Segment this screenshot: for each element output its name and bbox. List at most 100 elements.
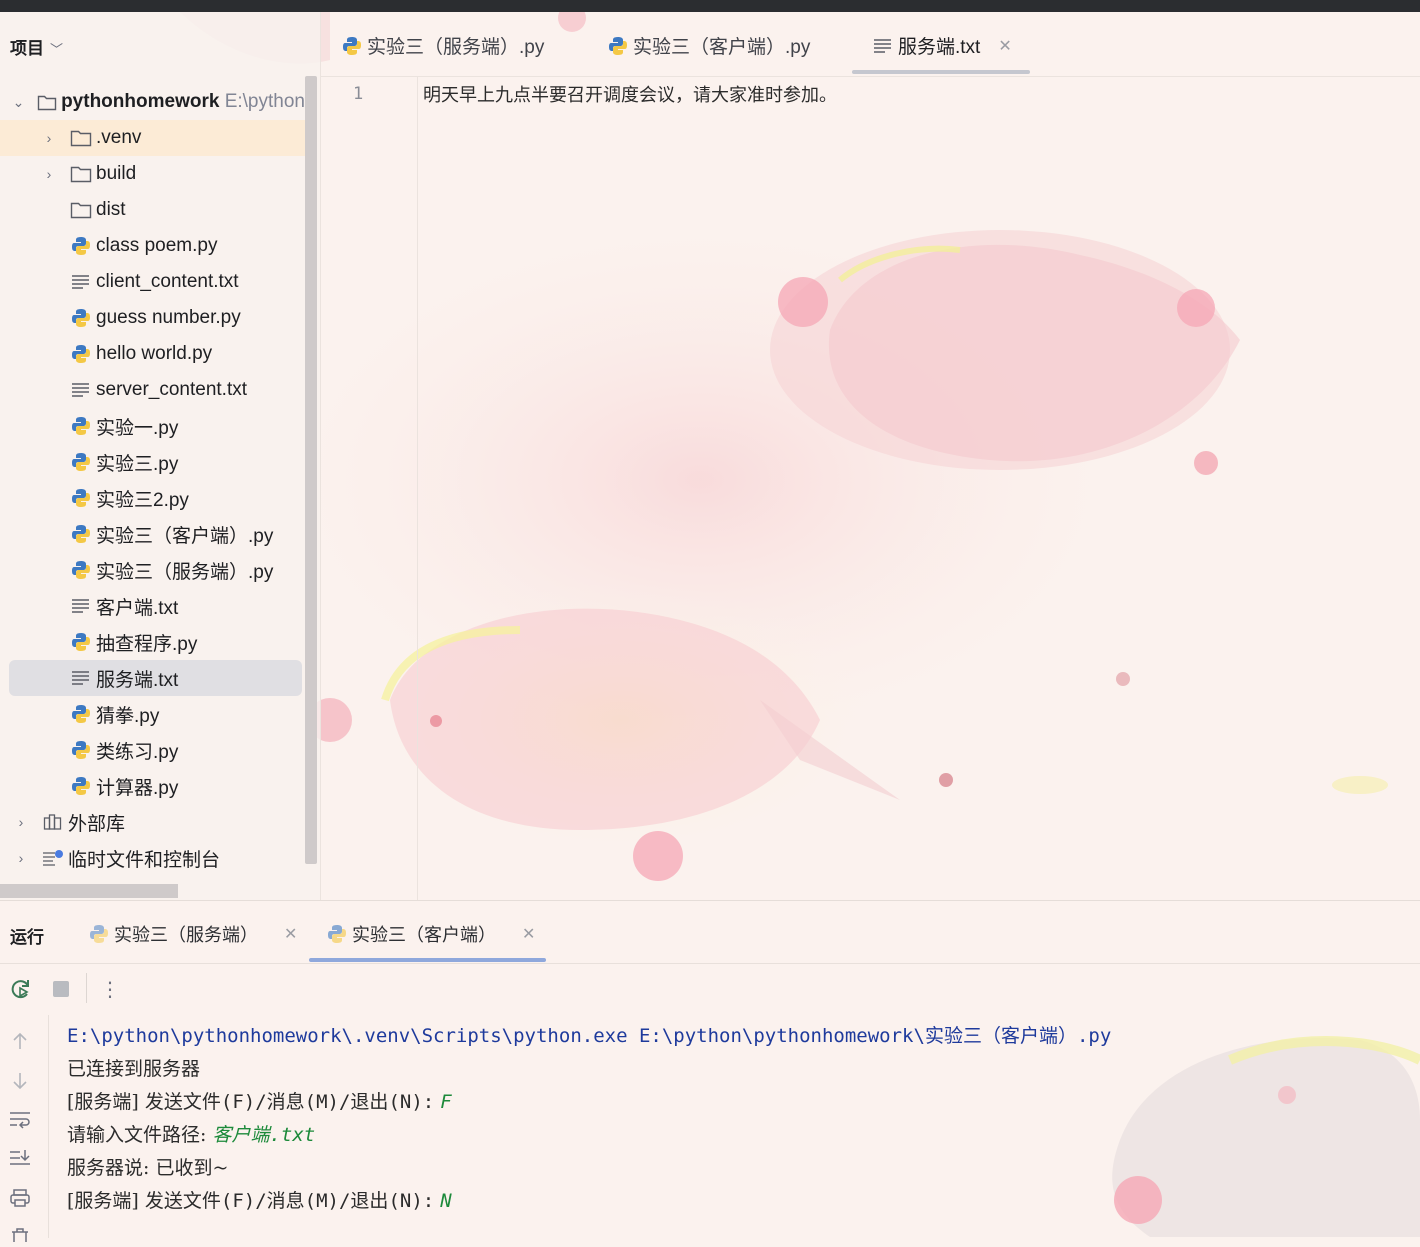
print-icon[interactable] xyxy=(8,1186,32,1210)
run-tab-label: 实验三（客户端） xyxy=(352,925,496,945)
chevron-down-icon[interactable]: ⌄ xyxy=(12,94,25,111)
project-panel-header[interactable]: 项目 ﹀ xyxy=(10,34,63,59)
tree-item-label: hello world.py xyxy=(96,343,213,364)
python-icon xyxy=(70,415,92,437)
tree-item-label: dist xyxy=(96,199,126,220)
active-tab-indicator xyxy=(852,70,1030,74)
rerun-icon[interactable] xyxy=(9,977,33,1001)
console-text: (F)/ xyxy=(220,1190,267,1212)
console-text: (M)/ xyxy=(304,1190,351,1212)
editor-tab-server-py[interactable]: 实验三（服务端）.py xyxy=(341,32,544,59)
chevron-down-icon[interactable]: ﹀ xyxy=(50,42,63,57)
console-text: (N): xyxy=(388,1091,435,1113)
console-user-input: N xyxy=(440,1190,452,1212)
divider xyxy=(0,963,1420,964)
tab-label: 服务端.txt xyxy=(898,37,981,58)
window-title-bar xyxy=(0,0,1420,12)
tree-item[interactable]: 猜拳.py xyxy=(0,696,305,732)
console-text: (M)/ xyxy=(304,1091,351,1113)
console-text: [服务端] 发送文件 xyxy=(67,1190,221,1212)
arrow-down-icon[interactable] xyxy=(8,1069,32,1093)
tree-scratches[interactable]: › 临时文件和控制台 xyxy=(0,840,305,876)
tree-item-label: build xyxy=(96,163,137,184)
tree-item[interactable]: 实验三（客户端）.py xyxy=(0,516,305,552)
tree-item[interactable]: dist xyxy=(0,192,305,228)
text-file-icon xyxy=(872,35,894,57)
tree-item[interactable]: 实验一.py xyxy=(0,408,305,444)
close-icon[interactable]: ✕ xyxy=(284,924,297,944)
tree-item[interactable]: 服务端.txt xyxy=(9,660,302,696)
console-line-server-reply: 服务器说: 已收到~ xyxy=(67,1157,229,1179)
tree-item[interactable]: client_content.txt xyxy=(0,264,305,300)
console-command-path: E:\python\pythonhomework\.venv\Scripts\p… xyxy=(67,1025,925,1047)
chevron-right-icon[interactable]: › xyxy=(42,130,56,146)
console-text: 消息 xyxy=(266,1190,305,1212)
console-line-prompt-2: [服务端] 发送文件(F)/消息(M)/退出(N): N xyxy=(67,1186,452,1213)
close-icon[interactable]: ✕ xyxy=(998,36,1011,56)
more-options-icon[interactable]: ⋮ xyxy=(98,977,122,1001)
trash-icon[interactable] xyxy=(8,1223,32,1247)
console-text: 退出 xyxy=(350,1091,389,1113)
tree-item[interactable]: 实验三.py xyxy=(0,444,305,480)
tree-item[interactable]: › .venv xyxy=(0,120,305,156)
python-icon xyxy=(70,343,92,365)
project-tree-items: › .venv › build dist class poem.py client_cont… xyxy=(0,120,305,820)
tree-item[interactable]: 计算器.py xyxy=(0,768,305,804)
run-panel: 运行 实验三（服务端） ✕ 实验三（客户端） ✕ ⋮ E:\python\pyt… xyxy=(0,900,1420,1242)
scratches-icon xyxy=(42,847,64,869)
tree-item[interactable]: server_content.txt xyxy=(0,372,305,408)
tree-item[interactable]: 抽查程序.py xyxy=(0,624,305,660)
tree-item[interactable]: hello world.py xyxy=(0,336,305,372)
text-file-icon xyxy=(70,667,92,689)
project-horizontal-scrollbar[interactable] xyxy=(0,884,178,898)
chevron-right-icon[interactable]: › xyxy=(42,166,56,182)
project-panel-title: 项目 xyxy=(10,39,44,58)
python-icon xyxy=(70,559,92,581)
tab-label: 实验三（服务端）.py xyxy=(367,37,545,58)
chevron-right-icon[interactable]: › xyxy=(14,850,28,866)
tree-item[interactable]: 实验三2.py xyxy=(0,480,305,516)
console-line-connected: 已连接到服务器 xyxy=(67,1058,201,1080)
arrow-up-icon[interactable] xyxy=(8,1029,32,1053)
tree-item-label: server_content.txt xyxy=(96,379,248,400)
editor-tab-client-py[interactable]: 实验三（客户端）.py xyxy=(607,32,810,59)
soft-wrap-icon[interactable] xyxy=(8,1108,32,1132)
python-icon xyxy=(607,35,629,57)
python-icon xyxy=(70,775,92,797)
editor-tab-server-txt[interactable]: 服务端.txt ✕ xyxy=(872,32,1012,59)
active-run-tab-indicator xyxy=(309,958,546,962)
python-icon xyxy=(88,923,110,945)
tree-item-label: client_content.txt xyxy=(96,271,239,292)
library-icon xyxy=(42,811,64,833)
chevron-right-icon[interactable]: › xyxy=(14,814,28,830)
tree-item-label: 抽查程序.py xyxy=(96,633,198,655)
text-file-icon xyxy=(70,595,92,617)
tree-item[interactable]: class poem.py xyxy=(0,228,305,264)
line-number: 1 xyxy=(353,84,364,104)
tree-item[interactable]: 类练习.py xyxy=(0,732,305,768)
run-tab-label: 实验三（服务端） xyxy=(114,925,258,945)
tree-item[interactable]: › build xyxy=(0,156,305,192)
console-command-ext: .py xyxy=(1076,1025,1112,1047)
python-icon xyxy=(70,703,92,725)
folder-icon xyxy=(70,163,92,185)
tree-item[interactable]: 客户端.txt xyxy=(0,588,305,624)
python-icon xyxy=(326,923,348,945)
console-command-file: 实验三（客户端） xyxy=(924,1025,1077,1047)
tree-item[interactable]: guess number.py xyxy=(0,300,305,336)
project-vertical-scrollbar[interactable] xyxy=(305,76,317,864)
console-text: (F)/ xyxy=(220,1091,267,1113)
project-root-name: pythonhomework xyxy=(61,91,220,112)
stop-icon[interactable] xyxy=(49,977,73,1001)
tree-item-label: 实验三.py xyxy=(96,453,179,475)
scratches-label: 临时文件和控制台 xyxy=(68,849,221,871)
close-icon[interactable]: ✕ xyxy=(522,924,535,944)
tree-external-libraries[interactable]: › 外部库 xyxy=(0,804,305,840)
tree-item-label: guess number.py xyxy=(96,307,241,328)
editor-line-text[interactable]: 明天早上九点半要召开调度会议，请大家准时参加。 xyxy=(423,81,837,107)
run-tab-client[interactable]: 实验三（客户端） ✕ xyxy=(326,921,535,947)
run-tab-server[interactable]: 实验三（服务端） ✕ xyxy=(88,921,297,947)
scroll-to-end-icon[interactable] xyxy=(8,1146,32,1170)
tree-root[interactable]: ⌄ pythonhomework E:\python xyxy=(0,84,305,120)
tree-item[interactable]: 实验三（服务端）.py xyxy=(0,552,305,588)
